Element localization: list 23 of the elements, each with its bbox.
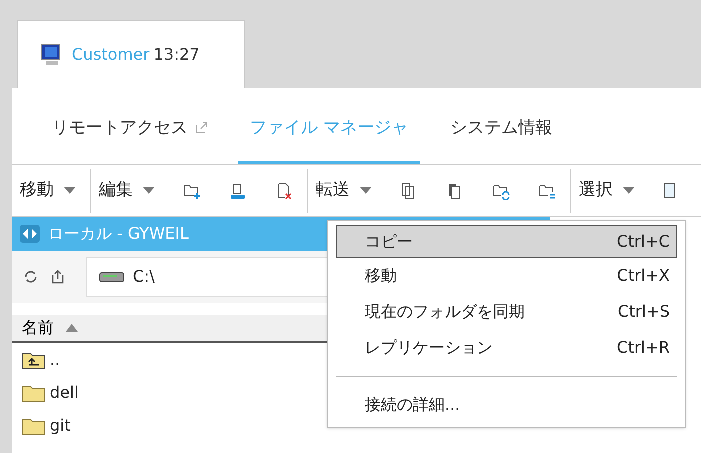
toolbar-menu-button[interactable]: 選択	[571, 172, 649, 208]
session-name: Customer	[72, 44, 150, 66]
sort-ascending-icon	[66, 324, 78, 332]
drive-icon	[99, 271, 125, 283]
swap-icon	[20, 225, 40, 243]
menu-item[interactable]: 接続の詳細...	[336, 387, 677, 423]
caret-icon	[143, 187, 155, 194]
caret-icon	[623, 187, 635, 194]
share-icon[interactable]	[50, 269, 66, 285]
toolbar-menu-button[interactable]: 転送	[308, 172, 386, 208]
document-bar-icon[interactable]	[229, 182, 247, 200]
nav-tab[interactable]: リモートアクセス	[42, 116, 218, 164]
refresh-icon[interactable]	[24, 270, 38, 284]
caret-icon	[360, 187, 372, 194]
session-time: 13:27	[154, 44, 200, 66]
nav-tab[interactable]: システム情報	[440, 116, 562, 164]
caret-icon	[64, 187, 76, 194]
path-text: C:\	[133, 266, 155, 288]
session-tab[interactable]: Customer 13:27	[17, 20, 245, 88]
menu-item[interactable]: コピー Ctrl+C	[336, 225, 677, 258]
toolbar-menu-button[interactable]: 移動	[12, 172, 90, 208]
panel-title: ローカル - GYWEIL	[48, 223, 189, 245]
toolbar-menu-button[interactable]: 編集	[91, 172, 169, 208]
